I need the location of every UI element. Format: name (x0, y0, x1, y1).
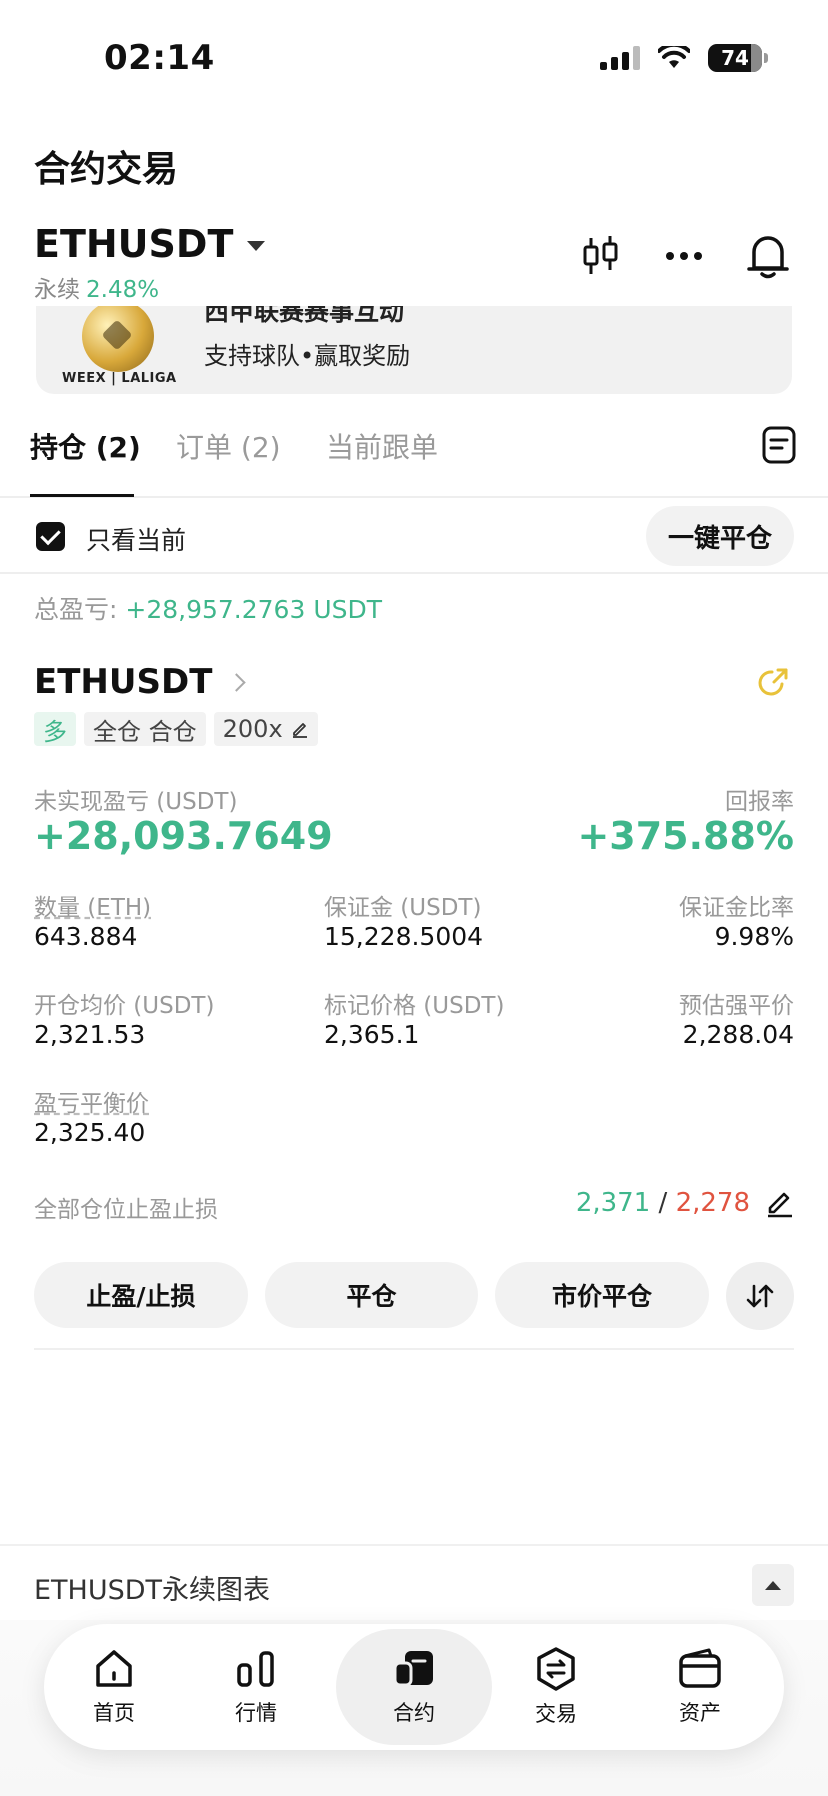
edit-icon (292, 723, 307, 738)
tpsl-separator: / (658, 1188, 668, 1218)
nav-home-label: 首页 (93, 1701, 135, 1725)
unrealized-pnl-value: +28,093.7649 (34, 814, 333, 858)
tpsl-button[interactable]: 止盈/止损 (34, 1262, 248, 1328)
reverse-position-button[interactable] (726, 1262, 794, 1330)
status-icons: 74 (600, 44, 768, 72)
liq-price-value: 2,288.04 (682, 1020, 794, 1049)
chart-panel-header[interactable]: ETHUSDT永续图表 (0, 1544, 828, 1624)
unrealized-pnl-label: 未实现盈亏 (USDT) (34, 789, 238, 815)
more-icon[interactable] (664, 234, 704, 278)
change-percent: 2.48% (86, 277, 160, 303)
active-tab-indicator (30, 494, 134, 497)
tab-positions[interactable]: 持仓 (2) (30, 426, 141, 466)
entry-price-label: 开仓均价 (USDT) (34, 993, 215, 1019)
futures-icon (393, 1651, 433, 1687)
nav-markets-label: 行情 (235, 1701, 277, 1725)
share-icon[interactable] (756, 666, 790, 700)
candlestick-chart-icon[interactable] (582, 234, 620, 278)
roe-value: +375.88% (577, 814, 794, 858)
battery-level: 74 (721, 46, 749, 70)
promo-banner[interactable]: 西甲联赛赛事互动 支持球队•赢取奖励 WEEX | LALIGA (36, 306, 792, 394)
total-pnl: 总盈亏: +28,957.2763 USDT (34, 590, 382, 626)
tab-orders[interactable]: 订单 (2) (176, 426, 281, 466)
margin-label: 保证金 (USDT) (324, 895, 482, 921)
entry-price-value: 2,321.53 (34, 1020, 146, 1049)
margin-value: 15,228.5004 (324, 922, 484, 951)
tab-copy-trading[interactable]: 当前跟单 (326, 426, 438, 466)
liq-price-label: 预估强平价 (679, 993, 794, 1019)
banner-logo: WEEX | LALIGA (62, 371, 177, 386)
mark-price-value: 2,365.1 (324, 1020, 420, 1049)
wifi-icon (658, 46, 690, 68)
breakeven-label[interactable]: 盈亏平衡价 (34, 1084, 149, 1118)
total-pnl-value: +28,957.2763 USDT (125, 595, 383, 624)
market-close-button[interactable]: 市价平仓 (495, 1262, 709, 1328)
nav-home[interactable]: 首页 (44, 1624, 184, 1750)
edit-tpsl-icon[interactable] (766, 1188, 794, 1218)
cell-signal-icon (600, 46, 640, 70)
market-icon (237, 1651, 274, 1687)
side-tag: 多 (34, 712, 76, 746)
nav-futures-label: 合约 (393, 1701, 435, 1725)
market-type: 永续 (34, 277, 80, 303)
document-list-icon[interactable] (762, 426, 796, 464)
margin-mode-tag: 全仓 合仓 (84, 712, 206, 746)
notification-bell-icon[interactable] (746, 232, 790, 280)
home-icon (96, 1650, 132, 1687)
symbol-name: ETHUSDT (34, 222, 234, 266)
gold-football-image (82, 306, 154, 372)
banner-subtitle: 支持球队•赢取奖励 (204, 342, 411, 370)
breakeven-value: 2,325.40 (34, 1118, 146, 1147)
filter-row: 只看当前 一键平仓 (0, 500, 828, 574)
expand-chart-button[interactable] (752, 1564, 794, 1606)
symbol-selector[interactable]: ETHUSDT (34, 222, 266, 266)
leverage-tag[interactable]: 200x (213, 712, 318, 746)
margin-ratio-value: 9.98% (714, 922, 794, 951)
mark-price-label: 标记价格 (USDT) (324, 993, 505, 1019)
nav-markets[interactable]: 行情 (186, 1624, 326, 1750)
wallet-icon (679, 1648, 721, 1688)
nav-trade[interactable]: 交易 (486, 1624, 626, 1750)
tpsl-label: 全部仓位止盈止损 (34, 1197, 218, 1223)
position-tabs: 持仓 (2) 订单 (2) 当前跟单 (0, 426, 828, 498)
position-symbol-name: ETHUSDT (34, 662, 213, 702)
close-all-button[interactable]: 一键平仓 (645, 506, 794, 566)
status-time: 02:14 (104, 38, 215, 78)
position-tags: 多 全仓 合仓 200x (34, 712, 318, 746)
only-current-label[interactable]: 只看当前 (86, 521, 186, 557)
only-current-checkbox[interactable] (36, 522, 65, 551)
qty-value: 643.884 (34, 922, 138, 951)
caret-down-icon (247, 241, 266, 251)
caret-up-icon (765, 1580, 781, 1590)
banner-title: 西甲联赛赛事互动 (204, 306, 405, 326)
nav-trade-label: 交易 (535, 1702, 577, 1726)
close-position-button[interactable]: 平仓 (265, 1262, 478, 1328)
page-title: 合约交易 (34, 149, 179, 190)
stop-loss-value: 2,278 (675, 1188, 750, 1218)
nav-assets[interactable]: 资产 (630, 1624, 770, 1750)
margin-ratio-label: 保证金比率 (679, 895, 794, 921)
bottom-nav: 首页 行情 合约 交易 资产 (44, 1624, 784, 1750)
swap-vertical-icon (746, 1284, 774, 1308)
tpsl-values: 2,371 / 2,278 (576, 1188, 750, 1218)
battery-icon: 74 (708, 44, 768, 72)
chevron-right-icon (227, 672, 247, 692)
nav-futures[interactable]: 合约 (336, 1629, 492, 1745)
leverage-value: 200x (222, 715, 283, 743)
chart-panel-label: ETHUSDT永续图表 (34, 1575, 271, 1606)
card-divider (34, 1348, 794, 1350)
symbol-subtitle: 永续 2.48% (34, 270, 159, 304)
total-pnl-label: 总盈亏: (34, 595, 126, 624)
qty-label[interactable]: 数量 (ETH) (34, 888, 151, 922)
trade-icon (537, 1647, 575, 1691)
roe-label: 回报率 (725, 789, 794, 815)
position-symbol[interactable]: ETHUSDT (34, 662, 247, 702)
nav-assets-label: 资产 (679, 1701, 721, 1725)
take-profit-value: 2,371 (575, 1188, 651, 1218)
